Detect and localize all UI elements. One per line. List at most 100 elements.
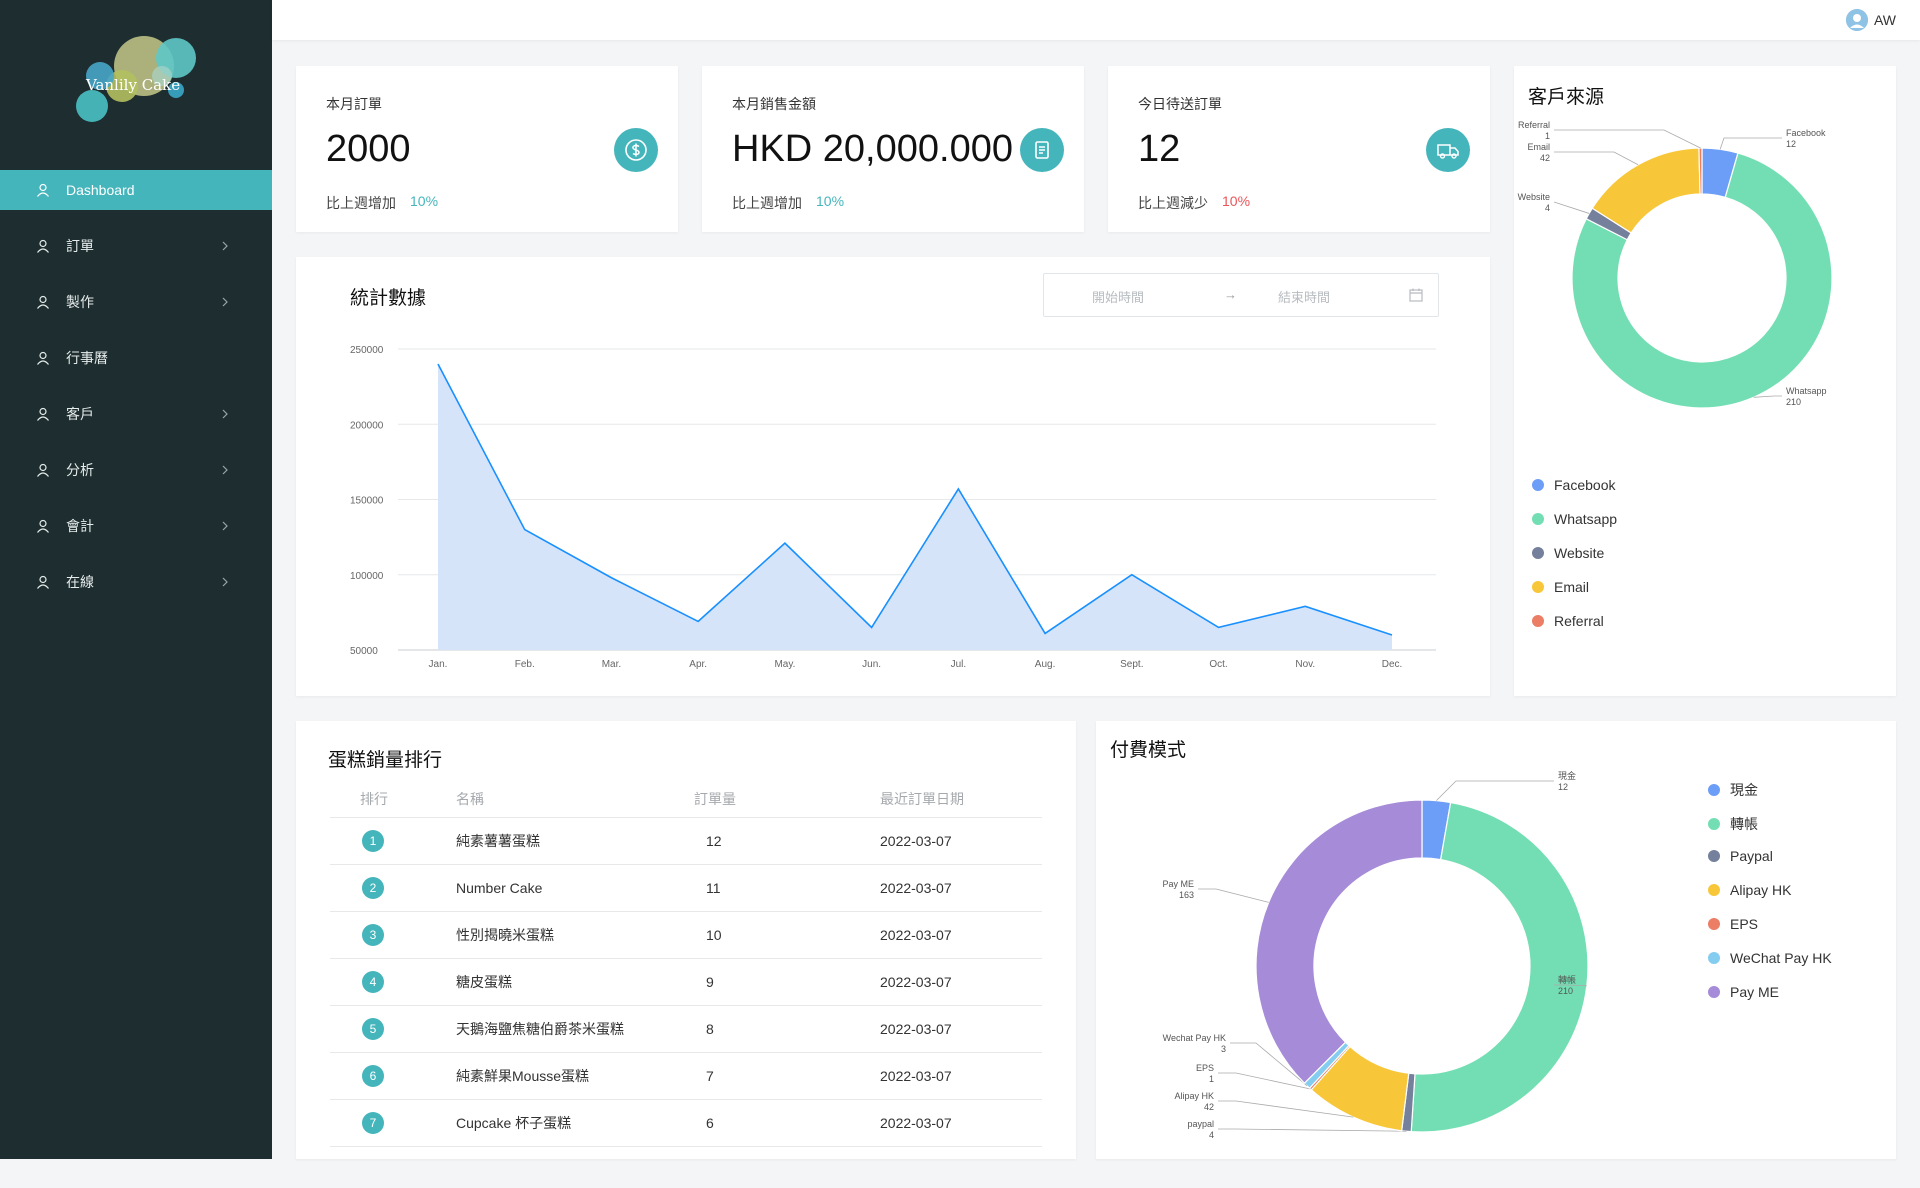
slice-value: 163 [1179, 890, 1194, 900]
user-avatar[interactable] [1846, 9, 1868, 31]
rank-badge: 4 [362, 970, 384, 993]
sidebar-item-4[interactable]: 客戶 [0, 394, 272, 434]
stat-title: 今日待送訂單 [1138, 96, 1222, 112]
legend-item[interactable]: Paypal [1708, 848, 1773, 864]
legend-item[interactable]: Website [1532, 545, 1604, 561]
truck-icon [1426, 128, 1470, 172]
legend-label: Website [1554, 545, 1605, 561]
rank-badge: 2 [362, 876, 384, 899]
customer-source-donut-chart: Facebook12 Whatsapp210 Website4 Email42 Refe… [1518, 120, 1833, 409]
y-tick-label: 200000 [350, 420, 384, 431]
slice-value: 3 [1221, 1044, 1226, 1054]
x-tick-label: May. [774, 659, 795, 670]
user-icon [37, 463, 49, 477]
area-fill [438, 364, 1392, 650]
cake-name: 純素鮮果Mousse蛋糕 [456, 1052, 694, 1100]
user-initials[interactable]: AW [1874, 12, 1896, 28]
cake-name: Cupcake 杯子蛋糕 [456, 1099, 694, 1147]
sidebar-item-label: 在線 [66, 574, 94, 590]
slice-value: 42 [1540, 153, 1550, 163]
user-icon [37, 575, 49, 589]
cake-ranking-table: 排行 名稱 訂單量 最近訂單日期 1 純素薯薯蛋糕 12 2022-03-07 2 Num… [330, 781, 1042, 1147]
legend-item[interactable]: WeChat Pay HK [1708, 950, 1832, 966]
payment-method-card: 付費模式 現金 12 轉帳 210 paypal 4 Alipay HK 42 EPS 1 Wech… [1096, 721, 1896, 1159]
cake-name: 糖皮蛋糕 [456, 958, 694, 1006]
cake-ranking-card: 蛋糕銷量排行 排行 名稱 訂單量 最近訂單日期 1 純素薯薯蛋糕 12 2022-03… [296, 721, 1076, 1159]
user-icon [37, 239, 49, 253]
table-row[interactable]: 6 純素鮮果Mousse蛋糕 7 2022-03-07 [330, 1052, 1042, 1100]
stat-compare: 比上週增加 [732, 195, 802, 211]
legend-label: Alipay HK [1730, 882, 1792, 898]
table-row[interactable]: 1 純素薯薯蛋糕 12 2022-03-07 [330, 817, 1042, 865]
sidebar-item-6[interactable]: 會計 [0, 506, 272, 546]
label-leader-line [1753, 395, 1782, 398]
column-header: 名稱 [456, 781, 694, 818]
order-count: 12 [694, 817, 880, 865]
legend-item[interactable]: 轉帳 [1708, 814, 1758, 834]
brand-logo[interactable]: Vanlily Cake [70, 30, 210, 130]
user-icon [37, 351, 49, 365]
sidebar-item-0[interactable]: Dashboard [0, 170, 272, 210]
table-row[interactable]: 7 Cupcake 杯子蛋糕 6 2022-03-07 [330, 1099, 1042, 1147]
last-order-date: 2022-03-07 [880, 958, 1042, 1006]
stat-pct: 10% [816, 193, 845, 209]
cake-name: Number Cake [456, 864, 694, 912]
rank-cell: 5 [330, 1005, 456, 1053]
legend-dot [1708, 850, 1720, 862]
y-tick-label: 250000 [350, 345, 384, 356]
slice-label: Whatsapp [1786, 386, 1827, 396]
legend-item[interactable]: Alipay HK [1708, 882, 1791, 898]
slice-label: Alipay HK [1174, 1091, 1214, 1101]
legend-item[interactable]: Whatsapp [1532, 511, 1617, 527]
sidebar-item-label: 訂單 [66, 238, 94, 254]
stat-compare: 比上週減少 [1138, 195, 1208, 211]
stat-pct: 10% [410, 193, 439, 209]
sidebar-item-2[interactable]: 製作 [0, 282, 272, 322]
sidebar-item-1[interactable]: 訂單 [0, 226, 272, 266]
order-count: 11 [694, 864, 880, 912]
cake-name: 純素薯薯蛋糕 [456, 817, 694, 865]
legend-item[interactable]: Email [1532, 579, 1589, 595]
rank-cell: 2 [330, 864, 456, 912]
column-header: 最近訂單日期 [880, 781, 1042, 818]
table-row[interactable]: 4 糖皮蛋糕 9 2022-03-07 [330, 958, 1042, 1006]
sidebar-item-7[interactable]: 在線 [0, 562, 272, 602]
legend-item[interactable]: Referral [1532, 613, 1604, 629]
logo-text: Vanlily Cake [86, 76, 181, 94]
slice-label: EPS [1196, 1063, 1214, 1073]
chevron-right-icon [222, 577, 228, 587]
legend-label: Referral [1554, 613, 1604, 629]
table-row[interactable]: 2 Number Cake 11 2022-03-07 [330, 864, 1042, 912]
table-row[interactable]: 5 天鵝海鹽焦糖伯爵茶米蛋糕 8 2022-03-07 [330, 1005, 1042, 1053]
sidebar-item-5[interactable]: 分析 [0, 450, 272, 490]
dollar-icon [614, 128, 658, 172]
legend-label: Whatsapp [1554, 511, 1618, 527]
x-tick-label: Mar. [602, 659, 621, 670]
legend-dot [1532, 479, 1544, 491]
legend-item[interactable]: 現金 [1708, 780, 1758, 800]
sidebar-nav: Dashboard 訂單製作行事曆客戶分析會計在線 [0, 170, 272, 618]
legend-item[interactable]: Facebook [1532, 477, 1615, 493]
last-order-date: 2022-03-07 [880, 864, 1042, 912]
slice-label: paypal [1187, 1119, 1214, 1129]
chevron-right-icon [222, 297, 228, 307]
legend-item[interactable]: EPS [1708, 916, 1758, 932]
legend-dot [1708, 986, 1720, 998]
chevron-right-icon [222, 241, 228, 251]
rank-badge: 3 [362, 923, 384, 946]
table-row[interactable]: 3 性別揭曉米蛋糕 10 2022-03-07 [330, 911, 1042, 959]
sidebar-item-label: Dashboard [66, 182, 135, 198]
slice-value: 1 [1545, 131, 1550, 141]
slice-value: 4 [1545, 203, 1550, 213]
column-header: 排行 [330, 781, 456, 818]
stat-pct: 10% [1222, 193, 1251, 209]
slice-value: 4 [1209, 1130, 1214, 1140]
order-count: 10 [694, 911, 880, 959]
slice-value: 210 [1558, 986, 1573, 996]
label-leader-line [1436, 780, 1554, 801]
slice-value: 1 [1209, 1074, 1214, 1084]
stat-value: HKD 20,000.000 [732, 128, 1013, 170]
sidebar-item-3[interactable]: 行事曆 [0, 338, 272, 378]
legend-item[interactable]: Pay ME [1708, 984, 1779, 1000]
label-leader-line [1553, 201, 1590, 214]
